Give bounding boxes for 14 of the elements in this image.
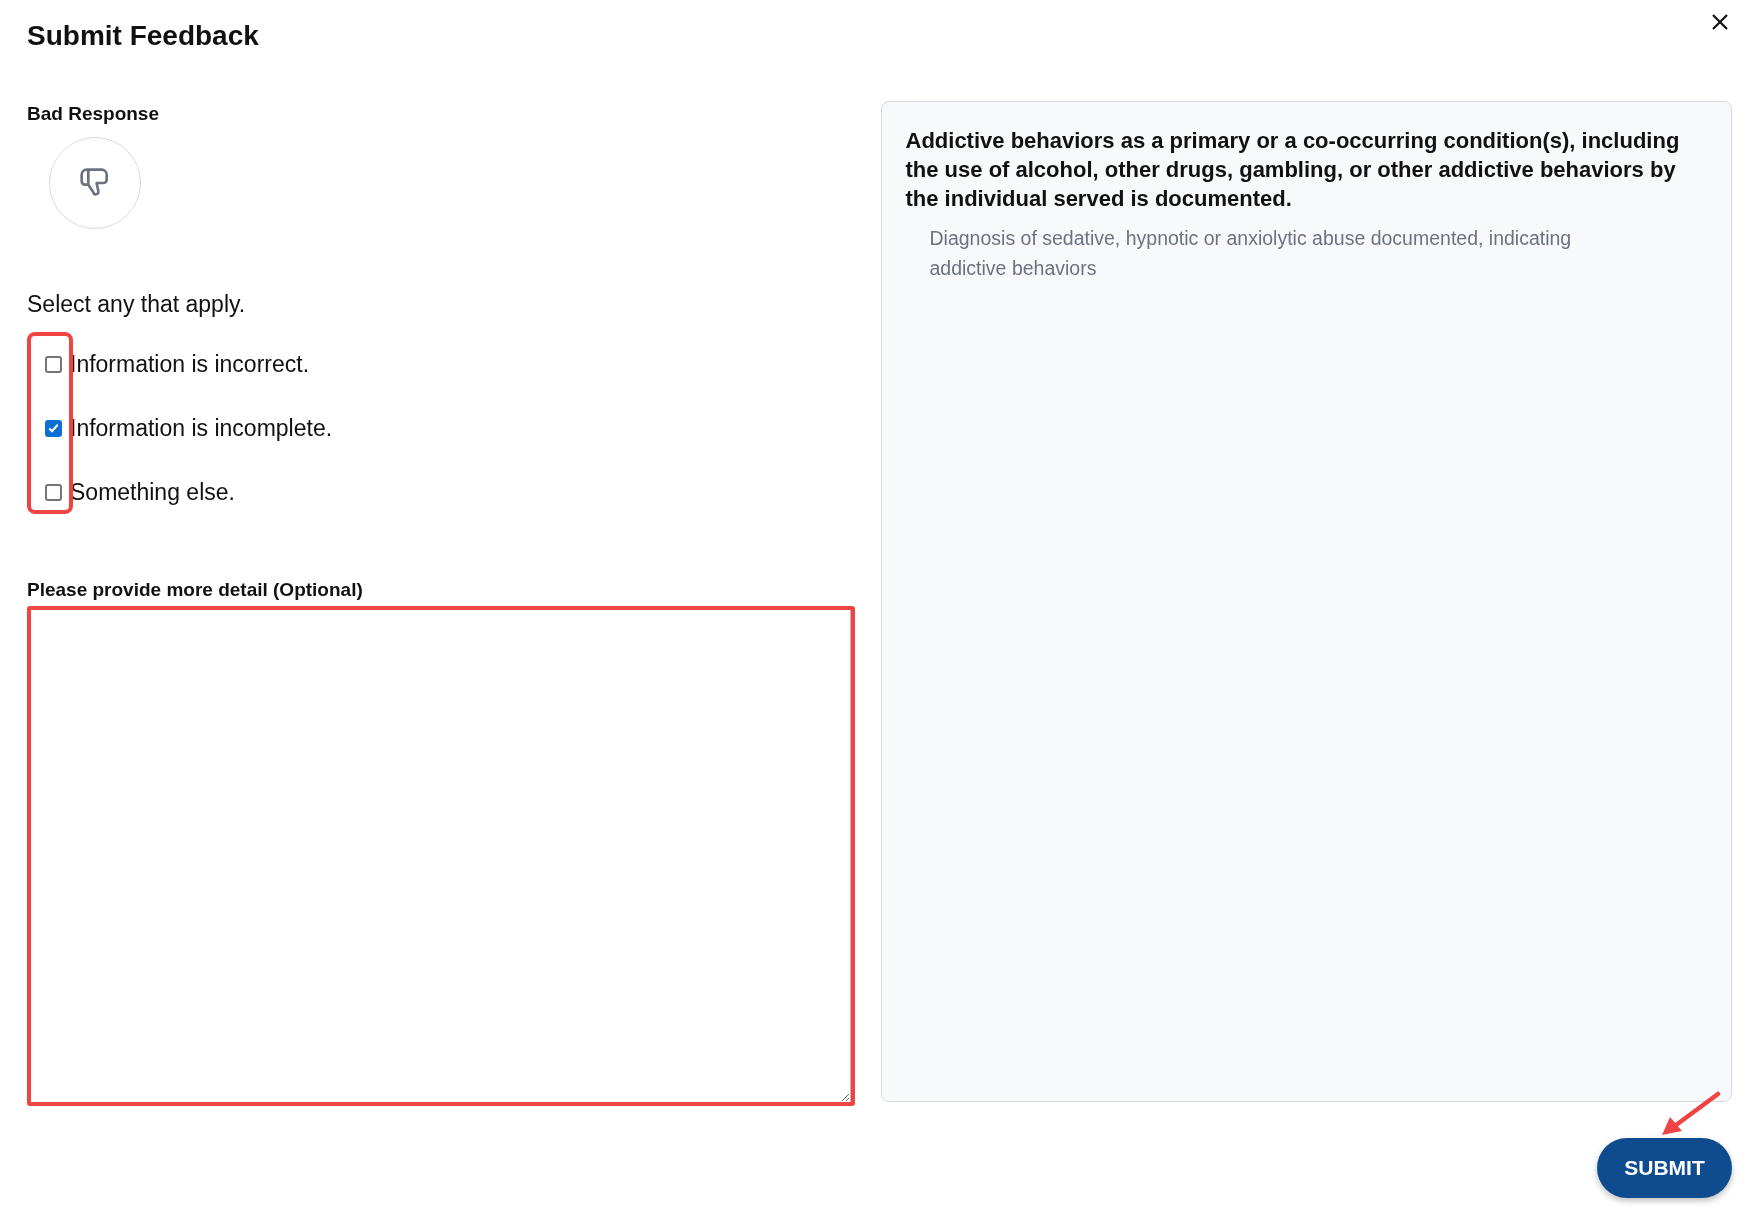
rating-label: Bad Response [27,103,160,125]
checkbox[interactable] [45,419,62,437]
submit-button[interactable]: SUBMIT [1597,1138,1732,1198]
option-label: Information is incorrect. [70,350,310,378]
detail-label: Please provide more detail (Optional) [27,579,364,601]
close-icon[interactable] [1711,13,1729,31]
option-label: Something else. [70,478,235,506]
panel-heading: Addictive behaviors as a primary or a co-occurring condition(s), including the use of alcohol, other drugs, gambling, or other addictive behaviors by the individual served is documented. [905,127,1681,213]
checkbox[interactable] [45,355,62,373]
instruction-text: Select any that apply. [27,290,247,319]
panel-text: Diagnosis of sedative, hypnotic or anxiolytic abuse documented, indicating addictive behaviors [928,226,1573,281]
dialog-title: Submit Feedback [27,19,259,53]
checkbox[interactable] [45,483,62,501]
option-label: Information is incomplete. [70,414,333,442]
